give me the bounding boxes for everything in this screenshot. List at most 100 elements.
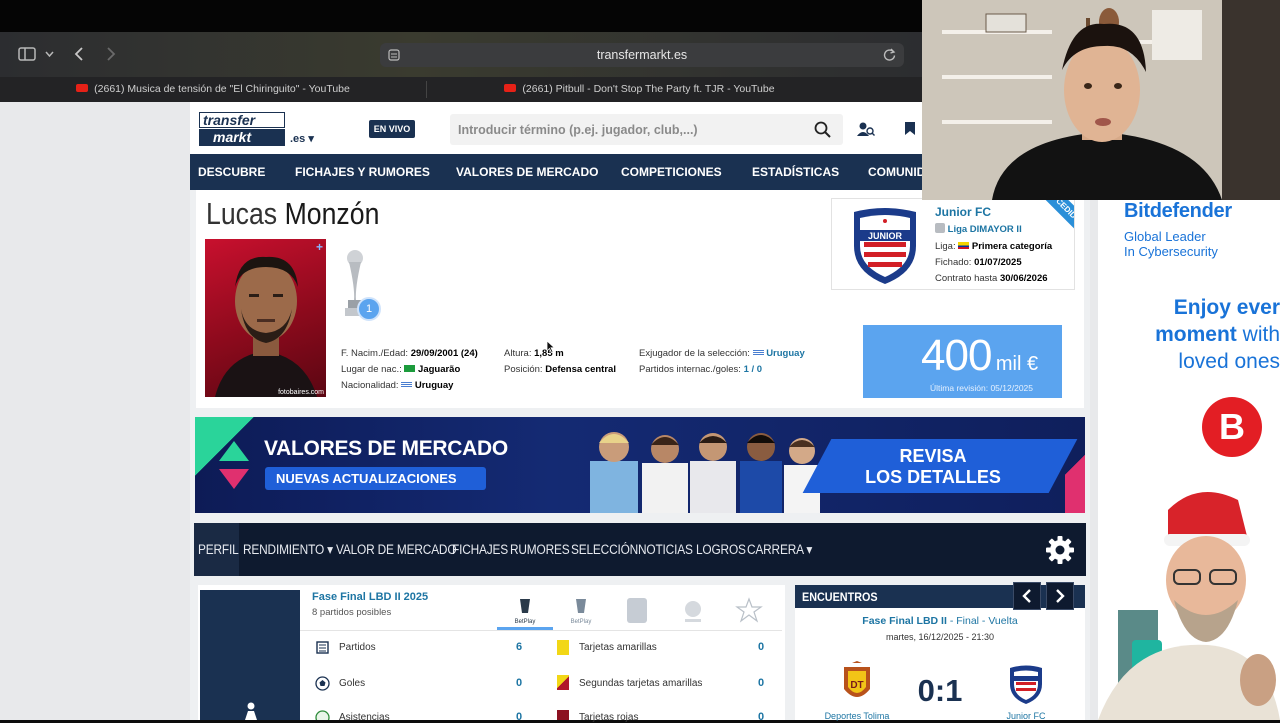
tab-perfil[interactable]: PERFIL [198,523,239,576]
birthplace-row: Lugar de nac.: Jaguarão [341,364,461,375]
arrow-up-icon [217,439,251,463]
chevron-down-icon[interactable] [45,51,54,57]
match-competition[interactable]: Fase Final LBD II - Final - Vuelta [795,615,1085,627]
nationality-row: Nacionalidad: Uruguay [341,380,454,391]
title-strip [0,0,922,32]
position-row: Posición: Defensa central [504,364,616,375]
stat-value[interactable]: 0 [516,677,522,689]
second-yellow-card-icon [557,675,569,690]
nav-item-valores[interactable]: VALORES DE MERCADO [456,154,598,190]
stats-player-silhouette [200,590,300,720]
player-portrait [215,256,317,397]
matches-icon [316,641,329,654]
youtube-icon [504,84,517,92]
tab-rendimiento[interactable]: RENDIMIENTO ▾ [243,523,333,576]
home-crest-icon[interactable]: DT [840,661,874,707]
svg-text:BetPlay: BetPlay [515,619,536,625]
player-photo[interactable]: fotobaires.com + [205,239,326,397]
match-date: martes, 16/12/2025 - 21:30 [885,632,995,642]
live-badge[interactable]: EN VIVO [369,120,415,138]
stat-label: Asistencias [339,712,390,723]
nav-item-comunidad[interactable]: COMUNID [868,154,925,190]
tab-chiringuito[interactable]: (2661) Musica de tensión de "El Chiringu… [0,77,426,102]
matches-header: ENCUENTROS [795,585,1085,608]
site-logo[interactable]: transfer markt [199,112,285,146]
club-joined-row: Fichado: 01/07/2025 [935,257,1022,268]
ad-logo: B [1202,397,1262,457]
nav-item-fichajes[interactable]: FICHAJES Y RUMORES [295,154,430,190]
tab-seleccion[interactable]: SELECCIÓN [571,523,638,576]
uruguay-flag-icon [752,349,764,356]
club-name[interactable]: Junior FC [935,205,991,219]
comp-logo-5[interactable] [721,593,777,630]
tab-logros[interactable]: LOGROS [696,523,746,576]
site-header: transfer markt .es ▾ EN VIVO Introducir … [190,102,922,154]
photo-plus-icon[interactable]: + [316,240,323,254]
stat-label: Goles [339,678,366,689]
market-value-box[interactable]: 400 mil € Última revisión: 05/12/2025 [863,325,1062,398]
banner-accent [195,417,267,513]
red-card-icon [557,710,569,720]
trophy-count-badge[interactable]: 1 [357,297,381,321]
reload-icon[interactable] [883,48,896,61]
tab-pitbull[interactable]: (2661) Pitbull - Don't Stop The Party ft… [427,77,852,102]
stat-value[interactable]: 0 [516,711,522,723]
webcam-overlay [922,0,1280,200]
svg-text:JUNIOR: JUNIOR [868,231,903,241]
comp-logo-4[interactable] [665,593,721,630]
next-match-button[interactable] [1046,582,1074,610]
nav-item-estadisticas[interactable]: ESTADÍSTICAS [752,154,839,190]
away-crest-icon[interactable] [1008,664,1044,706]
caps-row: Partidos internac./goles: 1 / 0 [639,364,763,375]
club-card[interactable]: JUNIOR Junior FC Liga DIMAYOR II Liga: P… [831,198,1075,290]
tab-fichajes[interactable]: FICHAJES [452,523,508,576]
comp-logo-betplay-1[interactable]: BetPlay [497,593,553,630]
stats-panel: Fase Final LBD II 2025 8 partidos posibl… [198,585,785,723]
comp-logo-3[interactable] [609,593,665,630]
search-input[interactable]: Introducir término (p.ej. jugador, club,… [450,114,843,145]
banner-accent-right [1065,417,1085,513]
main-nav: DESCUBRE FICHAJES Y RUMORES VALORES DE M… [190,154,925,190]
photo-credit: fotobaires.com [278,389,324,396]
url-text: transfermarkt.es [596,48,688,62]
reader-icon[interactable] [388,49,400,61]
brazil-flag-icon [404,365,416,372]
site-domain[interactable]: .es ▾ [290,132,314,145]
nav-item-competiciones[interactable]: COMPETICIONES [621,154,722,190]
tab-noticias[interactable]: NOTICIAS [638,523,693,576]
tab-rumores[interactable]: RUMORES [510,523,570,576]
stat-value[interactable]: 0 [758,711,764,723]
player-profile: Lucas Monzón fotobaires.com + 1 F. Nacim… [196,190,1084,408]
tab-valor-de-mercado[interactable]: VALOR DE MERCADO [336,523,457,576]
club-league[interactable]: Liga DIMAYOR II [935,223,1022,235]
banner-title: VALORES DE MERCADO [264,437,508,460]
prev-match-button[interactable] [1013,582,1041,610]
market-value-revision: Última revisión: 05/12/2025 [930,383,1034,393]
tab-carrera[interactable]: CARRERA ▾ [747,523,812,576]
banner-subtitle: NUEVAS ACTUALIZACIONES [265,467,486,490]
player-name: Lucas Monzón [206,196,380,231]
stat-value[interactable]: 6 [516,641,522,653]
match-score[interactable]: 0:1 [907,673,973,709]
banner-cta[interactable]: REVISA LOS DETALLES [845,446,1021,488]
mouse-cursor-icon [546,340,555,353]
youtube-icon [76,84,89,92]
bookmark-icon[interactable] [904,121,916,136]
advertisement[interactable]: Bitdefender Global Leader In Cybersecuri… [1098,200,1280,720]
uruguay-flag-icon [401,381,413,388]
forward-icon[interactable] [106,47,116,61]
nav-item-descubre[interactable]: DESCUBRE [198,154,265,190]
stat-value[interactable]: 0 [758,677,764,689]
profile-subnav: PERFIL RENDIMIENTO ▾ VALOR DE MERCADO FI… [194,523,1086,576]
stat-value[interactable]: 0 [758,641,764,653]
comp-logo-betplay-2[interactable]: BetPlay [553,593,609,630]
market-value-banner[interactable]: VALORES DE MERCADO NUEVAS ACTUALIZACIONE… [195,417,1085,513]
sidebar-icon[interactable] [18,47,36,61]
search-icon[interactable] [814,121,831,138]
club-crest-icon: JUNIOR [850,206,920,286]
stats-competition[interactable]: Fase Final LBD II 2025 [312,591,428,603]
gear-icon[interactable] [1045,535,1075,565]
back-icon[interactable] [74,47,84,61]
user-search-icon[interactable] [857,121,875,137]
address-bar[interactable]: transfermarkt.es [380,43,904,67]
